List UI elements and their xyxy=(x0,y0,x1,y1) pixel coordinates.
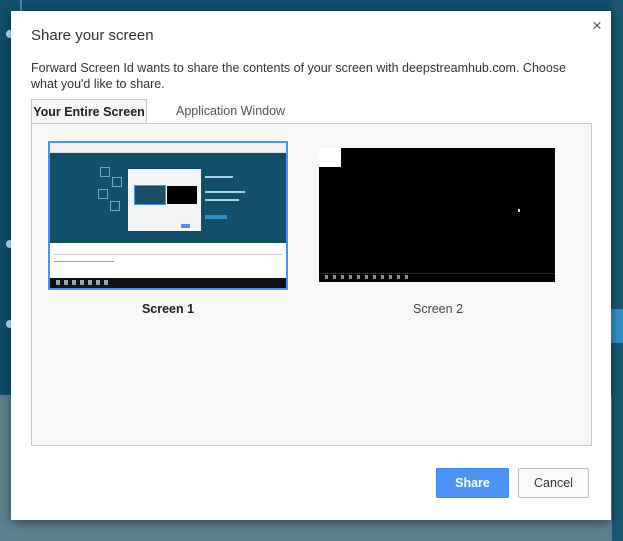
thumbnail-taskbar-icon xyxy=(64,280,68,285)
screen-picker-panel: Screen 1 Screen 2 xyxy=(31,123,592,446)
thumbnail-taskbar-icon xyxy=(405,275,408,279)
thumbnail-taskbar-icon xyxy=(88,280,92,285)
thumbnail-art xyxy=(112,177,122,187)
thumbnail-dialog-screen2 xyxy=(167,186,197,204)
thumbnail-art xyxy=(110,201,120,211)
thumbnail-white-corner xyxy=(319,148,341,167)
close-icon[interactable]: × xyxy=(589,17,605,35)
thumbnail-cursor xyxy=(518,209,520,212)
thumbnail-dialog-share xyxy=(181,224,190,228)
thumbnail-art xyxy=(98,189,108,199)
thumbnail-hero-text xyxy=(205,191,245,193)
background-right-strip xyxy=(612,0,623,541)
share-screen-dialog: × Share your screen Forward Screen Id wa… xyxy=(11,11,611,520)
tab-entire-screen[interactable]: Your Entire Screen xyxy=(31,99,147,124)
thumbnail-taskbar-icon xyxy=(96,280,100,285)
share-button[interactable]: Share xyxy=(436,468,509,498)
thumbnail-dialog-screen1 xyxy=(134,185,166,205)
thumbnail-taskbar-icon xyxy=(341,275,344,279)
thumbnail-taskbar-icon xyxy=(365,275,368,279)
thumbnail-taskbar-icon xyxy=(333,275,336,279)
thumbnail-taskbar-icon xyxy=(80,280,84,285)
cancel-button[interactable]: Cancel xyxy=(518,468,589,498)
thumbnail-hero-text xyxy=(205,176,233,178)
thumbnail-taskbar-icon xyxy=(373,275,376,279)
thumbnail-browser-bar xyxy=(50,143,286,153)
screen-1-label: Screen 1 xyxy=(141,302,195,316)
dialog-description: Forward Screen Id wants to share the con… xyxy=(31,61,566,91)
thumbnail-lower xyxy=(50,243,286,273)
thumbnail-line xyxy=(54,254,282,255)
thumbnail-taskbar-icon xyxy=(72,280,76,285)
thumbnail-taskbar-icon xyxy=(349,275,352,279)
thumbnail-hero-text xyxy=(205,199,239,201)
thumbnail-taskbar xyxy=(50,278,286,288)
thumbnail-line xyxy=(54,261,114,262)
screen-2-thumbnail[interactable] xyxy=(319,148,555,282)
thumbnail-taskbar-icon xyxy=(389,275,392,279)
dialog-title: Share your screen xyxy=(31,27,154,44)
screen-2-label: Screen 2 xyxy=(412,302,464,316)
thumbnail-taskbar-icon xyxy=(357,275,360,279)
tab-application-window[interactable]: Application Window xyxy=(167,99,294,123)
background-right-button xyxy=(611,309,623,343)
thumbnail-taskbar-icon xyxy=(104,280,108,285)
thumbnail-art xyxy=(100,167,110,177)
screen-1-thumbnail[interactable] xyxy=(48,141,288,290)
thumbnail-taskbar-icon xyxy=(56,280,60,285)
thumbnail-hero-button xyxy=(205,215,227,219)
thumbnail-taskbar-icon xyxy=(397,275,400,279)
thumbnail-taskbar-icon xyxy=(381,275,384,279)
thumbnail-taskbar-icon xyxy=(325,275,328,279)
thumbnail-taskbar xyxy=(319,273,555,282)
dialog-footer: Share Cancel xyxy=(11,468,611,498)
